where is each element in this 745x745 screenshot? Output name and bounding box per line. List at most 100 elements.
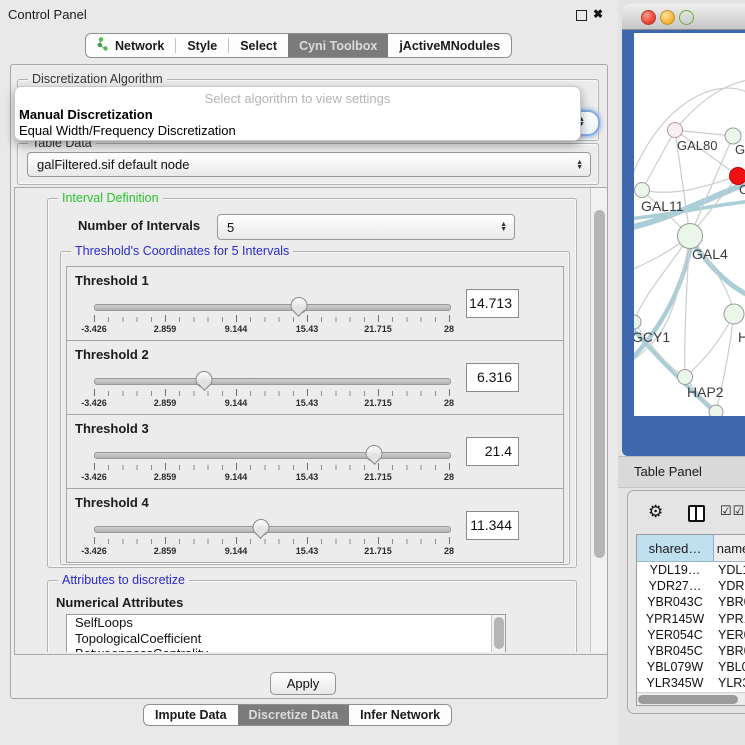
float-window-icon[interactable] <box>576 10 587 21</box>
slider-thumb[interactable] <box>290 297 307 314</box>
close-panel-icon[interactable]: ✖ <box>593 7 603 21</box>
tab-style[interactable]: Style <box>176 34 228 57</box>
table-body: YDL19… YDL1 YDR27… YDR2 YBR043C YBR0 YPR… <box>637 562 745 706</box>
top-tabbar: Network Style Select Cyni Toolbox jActiv… <box>85 33 512 58</box>
threshold-value-field[interactable]: 21.4 <box>466 437 519 466</box>
network-icon <box>97 37 109 54</box>
control-panel-title: Control Panel <box>8 7 87 22</box>
network-window: GAL80 GA C GAL11 GAL4 GCY1 H HAP2 <box>622 4 745 456</box>
node-gcy1[interactable] <box>634 315 641 329</box>
settings-scrollpane: Interval Definition Number of Intervals … <box>14 187 608 655</box>
gear-icon[interactable]: ⚙ <box>648 502 663 522</box>
numerical-attributes-label: Numerical Attributes <box>56 595 183 610</box>
node[interactable] <box>709 405 723 416</box>
threshold-label: Threshold 4 <box>75 495 149 510</box>
table-data-value: galFiltered.sif default node <box>28 157 576 172</box>
columns-icon[interactable] <box>688 505 705 522</box>
table-row[interactable]: YER054C YER0 <box>637 627 745 643</box>
apply-button[interactable]: Apply <box>270 672 336 695</box>
settings-scrollbar-thumb[interactable] <box>594 210 605 558</box>
node-label: HAP2 <box>687 384 724 400</box>
slider-track[interactable] <box>94 378 451 385</box>
combo-arrows-icon: ▲▼ <box>500 222 514 232</box>
attributes-group-title: Attributes to discretize <box>58 573 189 587</box>
threshold-slider[interactable] <box>94 445 449 463</box>
column-header-shared-name[interactable]: shared… <box>637 535 714 561</box>
table-horizontal-scrollbar-thumb[interactable] <box>638 695 738 704</box>
num-intervals-combobox[interactable]: 5 ▲▼ <box>217 214 515 240</box>
threshold-value-field[interactable]: 6.316 <box>466 363 519 392</box>
threshold-label: Threshold 1 <box>75 273 149 288</box>
tab-discretize-data[interactable]: Discretize Data <box>238 705 350 725</box>
list-item[interactable]: TopologicalCoefficient <box>67 631 505 647</box>
tab-network[interactable]: Network <box>86 34 175 57</box>
node-label: GAL11 <box>641 198 684 214</box>
slider-ticks-major <box>94 315 450 322</box>
algorithm-group-title: Discretization Algorithm <box>28 72 167 86</box>
table-row[interactable]: YLR345W YLR3 <box>637 675 745 691</box>
table-data-combobox[interactable]: galFiltered.sif default node ▲▼ <box>27 152 591 177</box>
table-row[interactable]: YDR27… YDR2 <box>637 578 745 594</box>
threshold-slider[interactable] <box>94 519 449 537</box>
slider-tick-labels: -3.426 2.859 9.144 15.43 21.715 28 <box>94 546 449 558</box>
thresholds-group: Threshold's Coordinates for 5 Intervals … <box>60 251 570 565</box>
column-header-name[interactable]: name <box>714 535 745 561</box>
slider-thumb[interactable] <box>196 371 213 388</box>
slider-track[interactable] <box>94 526 451 533</box>
node-gal4[interactable] <box>678 224 703 249</box>
num-intervals-value: 5 <box>218 220 500 235</box>
tab-cyni-toolbox[interactable]: Cyni Toolbox <box>288 34 388 57</box>
close-window-button[interactable] <box>641 10 656 25</box>
settings-scrollbar[interactable] <box>590 188 607 652</box>
table-row[interactable]: YPR145W YPR1 <box>637 611 745 627</box>
threshold-value-field[interactable]: 14.713 <box>466 289 519 318</box>
table-row[interactable]: YBL079W YBL0 <box>637 659 745 675</box>
popup-option-equal-width[interactable]: Equal Width/Frequency Discretization <box>16 123 236 138</box>
minimize-window-button[interactable] <box>660 10 675 25</box>
list-item[interactable]: SelfLoops <box>67 615 505 631</box>
popup-option-manual[interactable]: Manual Discretization <box>16 107 153 122</box>
node-gal80[interactable] <box>668 123 683 138</box>
threshold-value-field[interactable]: 11.344 <box>466 511 519 540</box>
bottom-tabbar: Impute Data Discretize Data Infer Networ… <box>143 704 452 726</box>
node-gal11[interactable] <box>635 183 650 198</box>
network-window-titlebar[interactable] <box>622 4 745 30</box>
node[interactable] <box>724 304 744 324</box>
tab-jactivemnodules[interactable]: jActiveMNodules <box>388 34 511 57</box>
slider-thumb[interactable] <box>252 519 269 536</box>
list-scrollbar-thumb[interactable] <box>494 617 504 649</box>
zoom-window-button[interactable] <box>679 10 694 25</box>
select-all-checkbox-icon[interactable]: ☑☑ <box>720 503 745 519</box>
tab-select[interactable]: Select <box>229 34 288 57</box>
slider-ticks-major <box>94 537 450 544</box>
control-panel: Control Panel ✖ Network Style Select Cyn… <box>0 0 618 745</box>
tab-infer-network[interactable]: Infer Network <box>349 705 451 725</box>
node-label: C <box>739 182 745 197</box>
attributes-list[interactable]: SelfLoops TopologicalCoefficient Between… <box>66 614 506 652</box>
network-node-labels: GAL80 GA C GAL11 GAL4 GCY1 H HAP2 <box>634 138 745 400</box>
list-item[interactable]: BetweennessCentrality <box>67 646 505 652</box>
threshold-panel: Threshold 4 -3.426 2.859 9.144 <box>66 488 564 563</box>
list-scrollbar[interactable] <box>491 615 505 652</box>
table-panel-title: Table Panel <box>634 464 702 479</box>
tab-impute-data[interactable]: Impute Data <box>144 705 238 725</box>
node-label: GAL80 <box>677 138 717 153</box>
table-row[interactable]: YBR045C YBR0 <box>637 643 745 659</box>
interval-definition-title: Interval Definition <box>58 191 163 205</box>
network-nodes[interactable] <box>634 123 745 417</box>
table-horizontal-scrollbar[interactable] <box>637 692 745 705</box>
network-canvas[interactable]: GAL80 GA C GAL11 GAL4 GCY1 H HAP2 <box>634 33 745 416</box>
settings-scroll-content: Interval Definition Number of Intervals … <box>15 188 591 652</box>
threshold-slider[interactable] <box>94 297 449 315</box>
table-row[interactable]: YDL19… YDL1 <box>637 562 745 578</box>
node-hap2[interactable] <box>678 370 693 385</box>
threshold-slider[interactable] <box>94 371 449 389</box>
combo-arrows-icon: ▲▼ <box>576 160 590 170</box>
node-table: shared… name YDL19… YDL1 YDR27… YDR2 YBR… <box>636 534 745 706</box>
algorithm-dropdown-popup: Select algorithm to view settings Manual… <box>14 86 581 141</box>
table-row[interactable]: YBR043C YBR0 <box>637 594 745 610</box>
threshold-panel: Threshold 2 -3.426 2.859 9.144 <box>66 340 564 415</box>
slider-thumb[interactable] <box>366 445 383 462</box>
slider-track[interactable] <box>94 304 451 311</box>
slider-track[interactable] <box>94 452 451 459</box>
